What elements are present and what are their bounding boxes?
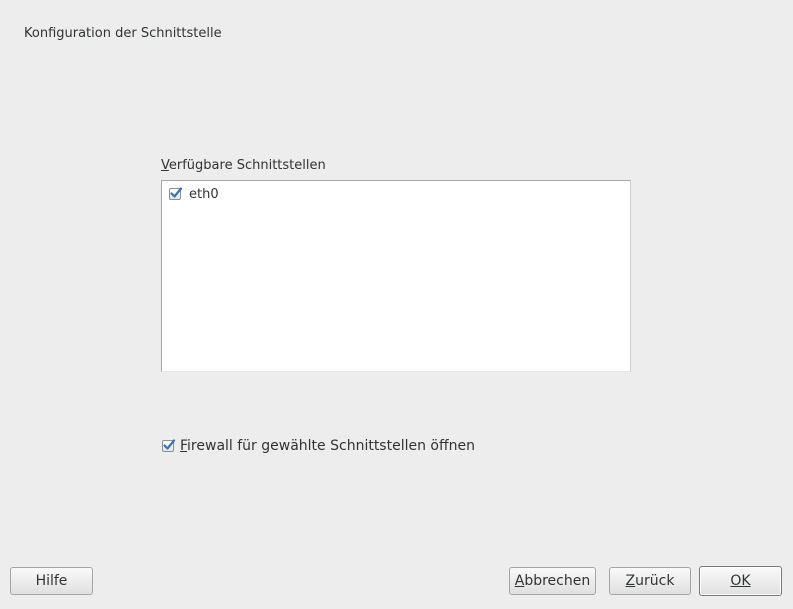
eth0-checkbox[interactable] bbox=[169, 187, 183, 200]
dialog-title: Konfiguration der Schnittstelle bbox=[24, 26, 222, 41]
interface-item-eth0[interactable]: eth0 bbox=[169, 185, 219, 203]
back-label: urück bbox=[635, 573, 675, 589]
back-button[interactable]: Zurück bbox=[609, 567, 691, 595]
checkmark-icon bbox=[163, 439, 176, 450]
cancel-button[interactable]: Abbrechen bbox=[509, 567, 596, 595]
firewall-checkbox[interactable] bbox=[162, 439, 176, 452]
interfaces-list[interactable]: eth0 bbox=[161, 180, 631, 372]
firewall-label-text: irewall für gewählte Schnittstellen öffn… bbox=[187, 438, 475, 454]
firewall-label-mnemonic: F bbox=[180, 438, 188, 454]
interfaces-label: Verfügbare Schnittstellen bbox=[161, 158, 326, 173]
interface-name: eth0 bbox=[189, 186, 219, 202]
interfaces-label-text: erfügbare Schnittstellen bbox=[168, 158, 326, 173]
interfaces-label-mnemonic: V bbox=[161, 158, 169, 173]
firewall-label: Firewall für gewählte Schnittstellen öff… bbox=[180, 438, 475, 454]
ok-button[interactable]: OK bbox=[699, 566, 782, 596]
firewall-option[interactable]: Firewall für gewählte Schnittstellen öff… bbox=[162, 437, 475, 455]
checkmark-icon bbox=[170, 187, 183, 198]
cancel-label: bbrechen bbox=[524, 573, 591, 589]
help-button[interactable]: Hilfe bbox=[10, 567, 93, 595]
ok-label: OK bbox=[730, 573, 751, 589]
back-mnemonic: Z bbox=[625, 573, 636, 589]
cancel-mnemonic: A bbox=[514, 573, 525, 589]
